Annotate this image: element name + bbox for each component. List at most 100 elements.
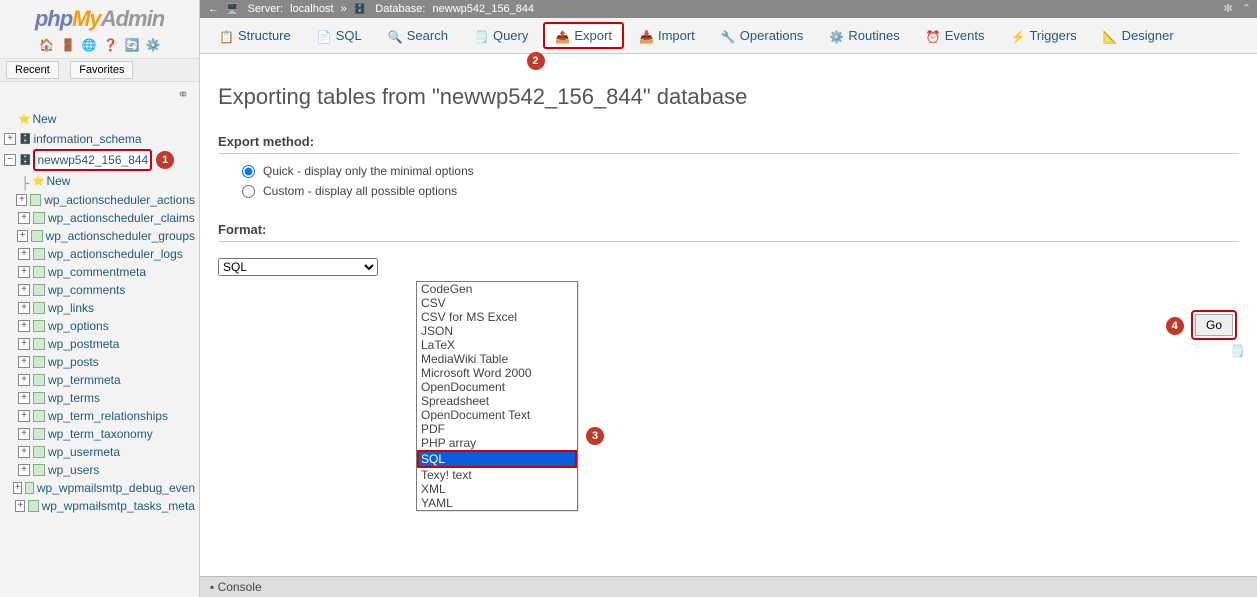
tab-query[interactable]: Query — [463, 22, 539, 49]
tree-table[interactable]: wp_term_relationships — [48, 407, 168, 425]
tab-export[interactable]: Export — [543, 22, 624, 49]
note-icon[interactable]: 🗒️ — [1230, 344, 1245, 358]
tab-triggers[interactable]: Triggers — [999, 22, 1087, 49]
tree-information-schema[interactable]: information_schema — [33, 130, 141, 148]
expand-icon[interactable]: + — [18, 212, 30, 224]
expand-icon[interactable]: + — [18, 356, 30, 368]
breadcrumb-server[interactable]: localhost — [290, 3, 333, 15]
expand-icon[interactable]: + — [18, 284, 30, 296]
expand-icon[interactable]: + — [18, 338, 30, 350]
format-option[interactable]: Texy! text — [417, 468, 577, 482]
tree-table[interactable]: wp_wpmailsmtp_debug_even — [37, 479, 195, 497]
radio-quick[interactable]: Quick - display only the minimal options — [242, 164, 1239, 178]
globe-icon[interactable] — [82, 38, 96, 52]
tab-operations[interactable]: Operations — [710, 22, 815, 49]
gear-icon[interactable] — [146, 38, 160, 52]
format-option[interactable]: SQL — [417, 450, 577, 468]
expand-icon[interactable]: + — [18, 248, 30, 260]
radio-quick-input[interactable] — [242, 165, 255, 178]
expand-icon[interactable]: + — [18, 374, 30, 386]
tree-table[interactable]: wp_actionscheduler_logs — [48, 245, 183, 263]
tree-table[interactable]: wp_posts — [48, 353, 99, 371]
designer-icon — [1103, 29, 1117, 43]
format-option[interactable]: Microsoft Word 2000 — [417, 366, 577, 380]
tree-table[interactable]: wp_links — [48, 299, 94, 317]
collapse-icon[interactable]: − — [4, 154, 16, 166]
expand-icon[interactable]: + — [18, 320, 30, 332]
expand-icon[interactable]: + — [18, 410, 30, 422]
tree-new-db[interactable]: New — [32, 110, 56, 128]
expand-icon[interactable]: + — [16, 194, 27, 206]
tab-recent[interactable]: Recent — [6, 61, 59, 79]
docs-icon[interactable] — [103, 38, 117, 52]
database-icon — [19, 129, 33, 149]
format-option[interactable]: CodeGen — [417, 282, 577, 296]
tab-designer[interactable]: Designer — [1092, 22, 1185, 49]
expand-icon[interactable]: + — [17, 230, 28, 242]
tree-db-selected[interactable]: newwp542_156_844 — [33, 149, 152, 171]
expand-icon[interactable]: + — [18, 266, 30, 278]
settings-icon[interactable]: ✻ — [1224, 3, 1233, 15]
logo[interactable]: phpMyAdmin — [0, 0, 199, 34]
format-select[interactable]: SQL — [218, 258, 378, 276]
tree-table[interactable]: wp_users — [48, 461, 99, 479]
database-icon — [354, 3, 368, 15]
format-option[interactable]: LaTeX — [417, 338, 577, 352]
format-option[interactable]: PDF — [417, 422, 577, 436]
format-option[interactable]: OpenDocument Spreadsheet — [417, 380, 577, 408]
format-option[interactable]: OpenDocument Text — [417, 408, 577, 422]
tree-table[interactable]: wp_actionscheduler_claims — [48, 209, 195, 227]
tree-new-table[interactable]: New — [46, 172, 70, 190]
badge-2: 2 — [527, 52, 545, 70]
tree-table[interactable]: wp_term_taxonomy — [48, 425, 153, 443]
home-icon[interactable] — [39, 38, 53, 52]
refresh-icon[interactable] — [125, 38, 139, 52]
exit-icon[interactable] — [60, 38, 74, 52]
radio-custom-input[interactable] — [242, 185, 255, 198]
tree-table[interactable]: wp_actionscheduler_groups — [46, 227, 195, 245]
tree-table[interactable]: wp_wpmailsmtp_tasks_meta — [42, 497, 195, 515]
tree-table[interactable]: wp_comments — [48, 281, 125, 299]
format-option[interactable]: XML — [417, 482, 577, 496]
tab-events[interactable]: Events — [915, 22, 996, 49]
tree-table[interactable]: wp_options — [48, 317, 109, 335]
format-option[interactable]: JSON — [417, 324, 577, 338]
table-icon — [33, 392, 45, 404]
tree-table[interactable]: wp_usermeta — [48, 443, 120, 461]
tree-table[interactable]: wp_commentmeta — [48, 263, 146, 281]
tab-routines[interactable]: Routines — [818, 22, 910, 49]
expand-icon[interactable]: + — [18, 428, 30, 440]
topnav: Structure SQL Search Query Export Import… — [200, 18, 1257, 54]
expand-icon[interactable]: + — [18, 446, 30, 458]
format-option[interactable]: YAML — [417, 496, 577, 510]
tab-import[interactable]: Import — [628, 22, 706, 49]
format-option[interactable]: CSV — [417, 296, 577, 310]
expand-icon[interactable]: + — [13, 482, 22, 494]
tree-table[interactable]: wp_termmeta — [48, 371, 121, 389]
format-dropdown[interactable]: CodeGenCSVCSV for MS ExcelJSONLaTeXMedia… — [416, 281, 578, 511]
collapse-panel-icon[interactable]: ← — [208, 3, 219, 15]
go-button[interactable]: Go — [1195, 314, 1233, 336]
expand-icon[interactable]: + — [4, 133, 16, 145]
tab-search[interactable]: Search — [377, 22, 459, 49]
radio-custom[interactable]: Custom - display all possible options — [242, 184, 1239, 198]
format-option[interactable]: PHP array — [417, 436, 577, 450]
tree-table[interactable]: wp_actionscheduler_actions — [44, 191, 195, 209]
expand-icon[interactable]: + — [15, 500, 25, 512]
tree-table[interactable]: wp_terms — [48, 389, 100, 407]
main: ← Server: localhost » Database: newwp542… — [200, 0, 1257, 597]
format-option[interactable]: MediaWiki Table — [417, 352, 577, 366]
tree-table[interactable]: wp_postmeta — [48, 335, 119, 353]
panel-link-icon[interactable]: ⚭ — [0, 82, 199, 103]
expand-icon[interactable]: + — [18, 392, 30, 404]
collapse-icon[interactable]: ⌃ — [1242, 3, 1251, 15]
expand-icon[interactable]: + — [18, 302, 30, 314]
breadcrumb-db[interactable]: newwp542_156_844 — [433, 3, 535, 15]
tab-favorites[interactable]: Favorites — [70, 61, 133, 79]
expand-icon[interactable]: + — [18, 464, 30, 476]
content: Exporting tables from "newwp542_156_844"… — [200, 70, 1257, 290]
console-bar[interactable]: Console — [200, 576, 1257, 597]
tab-structure[interactable]: Structure — [208, 22, 302, 49]
tab-sql[interactable]: SQL — [306, 22, 373, 49]
format-option[interactable]: CSV for MS Excel — [417, 310, 577, 324]
